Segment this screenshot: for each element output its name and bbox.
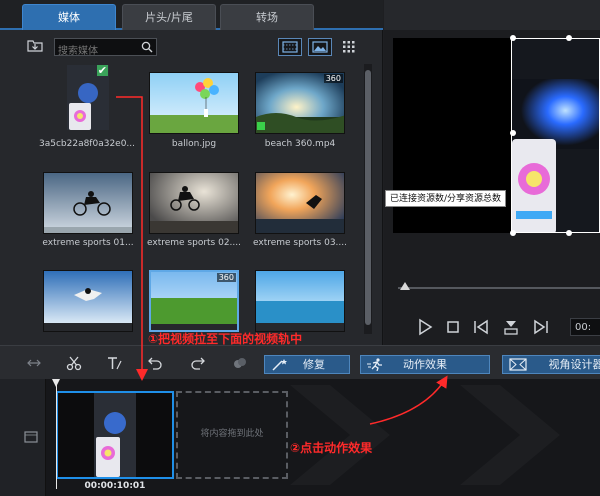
undo-icon[interactable] [147,355,163,371]
split-track-icon[interactable] [26,355,42,371]
video-frame-content [512,39,599,232]
media-thumb-balloon[interactable] [149,72,239,134]
media-label: extreme sports 03.... [252,238,348,248]
seek-track[interactable] [398,287,600,289]
repair-button[interactable]: 修复 [264,355,350,374]
badge-360: 360 [323,74,343,83]
media-label: 3a5cb22a8f0a32e0... [38,139,136,149]
preview-header [384,0,600,30]
clip-duration: 00:00:10:01 [84,481,146,491]
media-thumb-phone-video[interactable]: ✔ [67,65,109,130]
resize-handle[interactable] [510,130,516,136]
preview-panel [384,0,600,345]
timeline-toolbar: 修复 动作效果 视角设计器 [0,345,600,379]
snapshot-icon[interactable] [502,318,520,336]
repair-label: 修复 [303,358,325,371]
search-media-box [54,38,157,60]
clip-thumbnail [58,393,172,477]
seek-knob[interactable] [400,282,410,290]
scrollbar-thumb[interactable] [365,70,371,325]
media-thumb-extreme-01[interactable] [43,172,133,234]
tab-intro-outro[interactable]: 片头/片尾 [122,4,216,30]
redo-icon[interactable] [190,355,206,371]
previous-frame-icon[interactable] [472,318,490,336]
tooltip: 已连接资源数/分享资源总数 [385,190,507,207]
search-icon[interactable] [141,41,153,53]
image-icon [312,41,328,53]
skydive-thumbnail [44,271,132,323]
ocean-thumbnail [256,271,344,323]
timeline-video-clip[interactable] [56,391,174,479]
annotation-step-1: ①把视频拉至下面的视频轨中 [148,332,303,346]
media-thumb-extreme-03[interactable] [255,172,345,234]
media-thumb-beach[interactable]: 360 [255,72,345,134]
resize-handle[interactable] [566,35,572,41]
video-filter-button[interactable] [278,38,302,56]
media-thumb-ocean[interactable] [255,270,345,332]
media-thumb-field-360[interactable]: 360 [149,270,239,332]
annotation-step-2: ②点击动作效果 [290,441,373,455]
checkmark-icon: ✔ [96,65,108,77]
action-effect-label: 动作效果 [403,358,447,371]
text-tool-icon[interactable] [106,355,122,371]
media-label: ballon.jpg [171,139,217,149]
extreme-sports-thumbnail [256,173,344,233]
track-decoration [460,385,560,485]
extreme-sports-thumbnail [44,173,132,233]
video-track-icon[interactable] [24,431,38,443]
media-label: beach 360.mp4 [264,139,336,149]
image-filter-button[interactable] [308,38,332,56]
resize-handle[interactable] [566,230,572,236]
stop-icon[interactable] [444,318,462,336]
media-label: extreme sports 01... [42,238,134,248]
color-icon[interactable] [232,355,248,371]
tab-transitions[interactable]: 转场 [220,4,314,30]
drop-hint: 将内容拖到此处 [200,429,264,439]
film-icon [282,41,298,53]
resize-handle[interactable] [510,230,516,236]
badge-360: 360 [216,273,236,282]
track-decoration [290,385,390,485]
resize-handle[interactable] [510,35,516,41]
balloon-thumbnail [150,73,238,133]
media-toolbar [0,32,383,60]
extreme-sports-thumbnail [150,173,238,233]
media-scrollbar[interactable] [364,64,372,334]
media-thumb-skydive[interactable] [43,270,133,332]
action-effect-button[interactable]: 动作效果 [360,355,490,374]
video-frame[interactable] [511,38,600,233]
media-thumb-extreme-02[interactable] [149,172,239,234]
grid-menu-icon[interactable] [343,41,355,53]
next-frame-icon[interactable] [532,318,550,336]
view-designer-label: 视角设计器 [548,358,600,371]
media-library-panel: 媒体 片头/片尾 转场 搜索媒体 ✔ 3a5cb22a8f0a32e0... b… [0,0,383,345]
media-tabs: 媒体 片头/片尾 转场 [0,0,383,30]
media-label: extreme sports 02.... [146,238,242,248]
view-designer-button[interactable]: 视角设计器 [502,355,600,374]
search-media-input[interactable] [55,43,135,60]
scissors-icon[interactable] [66,355,82,371]
playhead-line[interactable] [56,379,57,489]
tab-media[interactable]: 媒体 [22,4,116,30]
preview-timecode: 00: [570,318,600,336]
play-icon[interactable] [416,318,434,336]
video-track-header [0,379,46,496]
import-media-icon[interactable] [27,38,43,52]
video-indicator-icon [257,122,265,130]
